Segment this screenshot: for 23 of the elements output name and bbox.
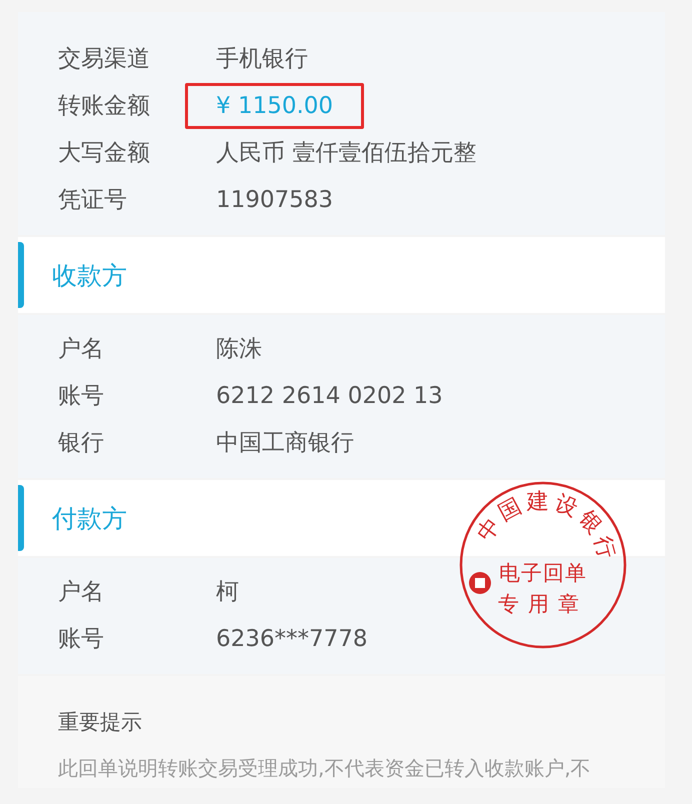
field-value: 6212 2614 0202 13 <box>215 382 444 410</box>
field-label: 账号 <box>57 382 105 411</box>
field-value: 陈洙 <box>215 334 263 364</box>
field-label: 交易渠道 <box>57 45 151 74</box>
field-value: 手机银行 <box>215 44 309 74</box>
field-value: 柯 <box>215 578 240 606</box>
field-label: 户名 <box>57 335 105 364</box>
field-label: 凭证号 <box>57 186 128 215</box>
field-label: 转账金额 <box>57 92 151 121</box>
field-label: 户名 <box>57 578 105 607</box>
field-value: 人民币 壹仟壹佰伍拾元整 <box>215 138 478 168</box>
stamp-text: 专用章 <box>498 592 588 616</box>
field-value: 6236***7778 <box>215 624 369 654</box>
section-header: 收款方 <box>18 237 665 313</box>
field-value: 11907583 <box>215 186 334 214</box>
field-value: 中国工商银行 <box>215 428 355 458</box>
amount-value: ¥ 1150.00 <box>185 82 364 128</box>
notice-title: 重要提示 <box>58 709 143 736</box>
field-label: 大写金额 <box>57 139 151 168</box>
field-label: 账号 <box>57 625 105 654</box>
field-label: 银行 <box>57 429 105 458</box>
notice-text: 此回单说明转账交易受理成功,不代表资金已转入收款账户,不 <box>58 755 592 782</box>
bank-logo-icon <box>469 572 491 594</box>
